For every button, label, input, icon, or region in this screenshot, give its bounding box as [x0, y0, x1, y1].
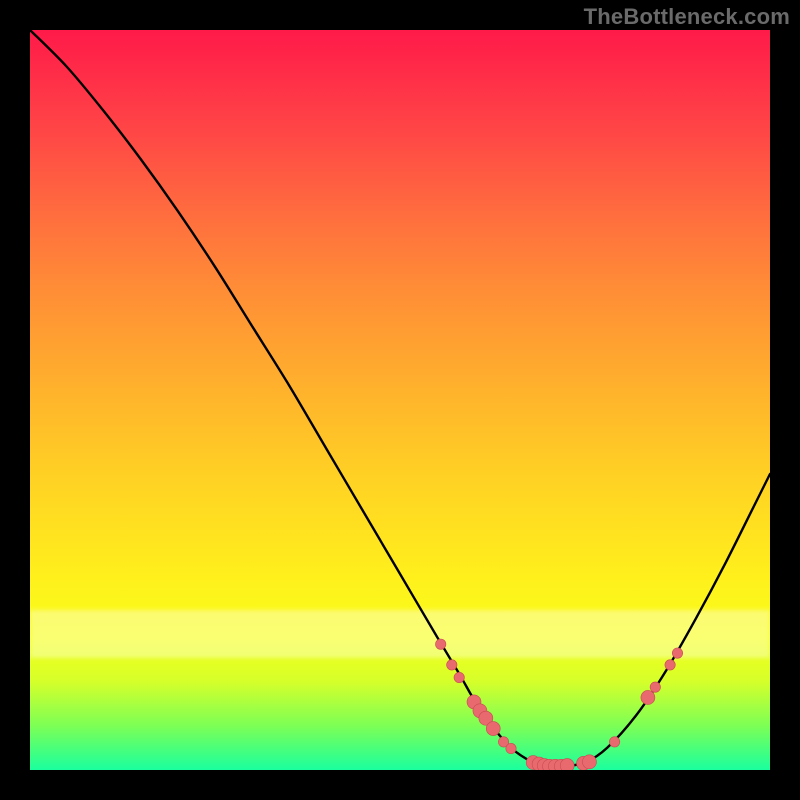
data-marker — [447, 660, 457, 670]
data-marker — [582, 755, 596, 769]
data-marker — [506, 743, 516, 753]
data-marker — [665, 660, 675, 670]
plot-area — [30, 30, 770, 770]
curve-path — [30, 30, 770, 767]
chart-frame: TheBottleneck.com — [0, 0, 800, 800]
watermark-text: TheBottleneck.com — [584, 4, 790, 30]
data-marker — [609, 737, 619, 747]
data-marker — [641, 690, 655, 704]
chart-svg — [30, 30, 770, 770]
data-marker — [560, 759, 574, 770]
markers-group — [436, 639, 683, 770]
data-marker — [672, 648, 682, 658]
data-marker — [454, 672, 464, 682]
data-marker — [486, 722, 500, 736]
data-marker — [650, 682, 660, 692]
data-marker — [436, 639, 446, 649]
